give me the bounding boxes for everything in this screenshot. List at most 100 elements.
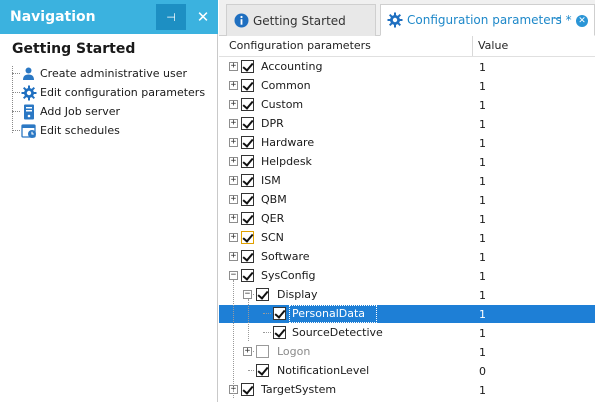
- row-value[interactable]: 1: [479, 384, 486, 397]
- nav-item-label: Edit schedules: [40, 124, 120, 137]
- tree-row[interactable]: − Display 1: [219, 285, 595, 304]
- info-icon: [233, 13, 249, 29]
- row-label: SCN: [261, 231, 284, 244]
- expand-icon[interactable]: +: [229, 119, 238, 128]
- row-checkbox[interactable]: [241, 79, 254, 92]
- row-value[interactable]: 1: [479, 270, 486, 283]
- expand-icon[interactable]: +: [229, 157, 238, 166]
- row-label: ISM: [261, 174, 281, 187]
- tree-row[interactable]: + Helpdesk 1: [219, 152, 595, 171]
- close-icon[interactable]: ✕: [576, 15, 588, 27]
- row-value[interactable]: 1: [479, 194, 486, 207]
- nav-item-label: Create administrative user: [40, 67, 188, 80]
- row-checkbox[interactable]: [241, 174, 254, 187]
- section-title: Getting Started: [12, 41, 136, 57]
- configuration-grid: Configuration parameters Value + Accounti…: [219, 36, 595, 402]
- expand-icon[interactable]: +: [229, 252, 238, 261]
- row-value[interactable]: 1: [479, 61, 486, 74]
- row-value[interactable]: 1: [479, 175, 486, 188]
- row-value[interactable]: 1: [479, 156, 486, 169]
- tree-row[interactable]: + Accounting 1: [219, 57, 595, 76]
- row-checkbox[interactable]: [256, 288, 269, 301]
- row-value[interactable]: 1: [479, 137, 486, 150]
- column-header-parameters[interactable]: Configuration parameters: [229, 36, 371, 56]
- tree-row[interactable]: + Custom 1: [219, 95, 595, 114]
- row-checkbox[interactable]: [241, 212, 254, 225]
- tree-row[interactable]: + Hardware 1: [219, 133, 595, 152]
- tree-row[interactable]: NotificationLevel 0: [219, 361, 595, 380]
- row-value[interactable]: 1: [479, 213, 486, 226]
- row-value[interactable]: 1: [479, 346, 486, 359]
- row-label: Hardware: [261, 136, 315, 149]
- expand-icon[interactable]: +: [229, 62, 238, 71]
- tree-row[interactable]: + QBM 1: [219, 190, 595, 209]
- tree-rows: + Accounting 1 + Common 1 + Custom 1 + DPR 1 + Hardwa…: [219, 57, 595, 399]
- row-value[interactable]: 1: [479, 308, 486, 321]
- tab-strip: Getting Started Configuration parameters…: [219, 0, 595, 36]
- collapse-icon[interactable]: −: [243, 290, 252, 299]
- expand-icon[interactable]: +: [229, 138, 238, 147]
- tree-row[interactable]: + TargetSystem 1: [219, 380, 595, 399]
- row-value[interactable]: 0: [479, 365, 486, 378]
- row-value[interactable]: 1: [479, 289, 486, 302]
- row-label: TargetSystem: [261, 383, 337, 396]
- expand-icon[interactable]: +: [229, 176, 238, 185]
- row-checkbox[interactable]: [241, 250, 254, 263]
- row-checkbox[interactable]: [241, 136, 254, 149]
- row-checkbox[interactable]: [256, 364, 269, 377]
- row-checkbox[interactable]: [273, 326, 286, 339]
- tree-row[interactable]: − SysConfig 1: [219, 266, 595, 285]
- tab-configuration-parameters[interactable]: Configuration parameters * ⊣ ✕: [380, 4, 595, 36]
- row-value[interactable]: 1: [479, 327, 486, 340]
- tree-row[interactable]: + DPR 1: [219, 114, 595, 133]
- tree-row[interactable]: + Software 1: [219, 247, 595, 266]
- tab-getting-started[interactable]: Getting Started: [226, 4, 376, 36]
- tree-row[interactable]: PersonalData 1: [219, 304, 595, 323]
- pin-icon[interactable]: ⊣: [156, 4, 186, 30]
- row-label: QBM: [261, 193, 287, 206]
- row-label: Logon: [277, 345, 311, 358]
- user-icon: [20, 65, 37, 82]
- row-checkbox[interactable]: [241, 117, 254, 130]
- tree-row[interactable]: + ISM 1: [219, 171, 595, 190]
- column-header-value[interactable]: Value: [478, 36, 508, 56]
- expand-icon[interactable]: +: [243, 347, 252, 356]
- calendar-icon: [20, 122, 37, 139]
- row-value[interactable]: 1: [479, 118, 486, 131]
- row-label: SysConfig: [261, 269, 316, 282]
- gear-icon: [387, 12, 403, 28]
- row-value[interactable]: 1: [479, 251, 486, 264]
- row-label: Software: [261, 250, 310, 263]
- server-icon: [20, 103, 37, 120]
- row-value[interactable]: 1: [479, 99, 486, 112]
- tree-row[interactable]: + Logon 1: [219, 342, 595, 361]
- row-value[interactable]: 1: [479, 232, 486, 245]
- row-label: Common: [261, 79, 311, 92]
- row-value[interactable]: 1: [479, 80, 486, 93]
- row-checkbox[interactable]: [241, 60, 254, 73]
- close-icon[interactable]: ✕: [188, 4, 218, 30]
- row-checkbox[interactable]: [256, 345, 269, 358]
- row-checkbox[interactable]: [241, 269, 254, 282]
- tree-row[interactable]: SourceDetective 1: [219, 323, 595, 342]
- pin-icon[interactable]: ⊣: [553, 14, 562, 25]
- row-checkbox[interactable]: [273, 307, 286, 320]
- row-checkbox[interactable]: [241, 231, 254, 244]
- navigation-title: Navigation: [10, 9, 96, 25]
- row-label: SourceDetective: [292, 326, 383, 339]
- expand-icon[interactable]: +: [229, 100, 238, 109]
- collapse-icon[interactable]: −: [229, 271, 238, 280]
- row-checkbox[interactable]: [241, 155, 254, 168]
- tree-row[interactable]: + QER 1: [219, 209, 595, 228]
- row-checkbox[interactable]: [241, 193, 254, 206]
- expand-icon[interactable]: +: [229, 195, 238, 204]
- tree-row[interactable]: + Common 1: [219, 76, 595, 95]
- tree-row[interactable]: + SCN 1: [219, 228, 595, 247]
- row-checkbox[interactable]: [241, 383, 254, 396]
- row-checkbox[interactable]: [241, 98, 254, 111]
- row-label: Display: [277, 288, 318, 301]
- tab-label: Getting Started: [253, 13, 346, 28]
- expand-icon[interactable]: +: [229, 214, 238, 223]
- expand-icon[interactable]: +: [229, 233, 238, 242]
- expand-icon[interactable]: +: [229, 81, 238, 90]
